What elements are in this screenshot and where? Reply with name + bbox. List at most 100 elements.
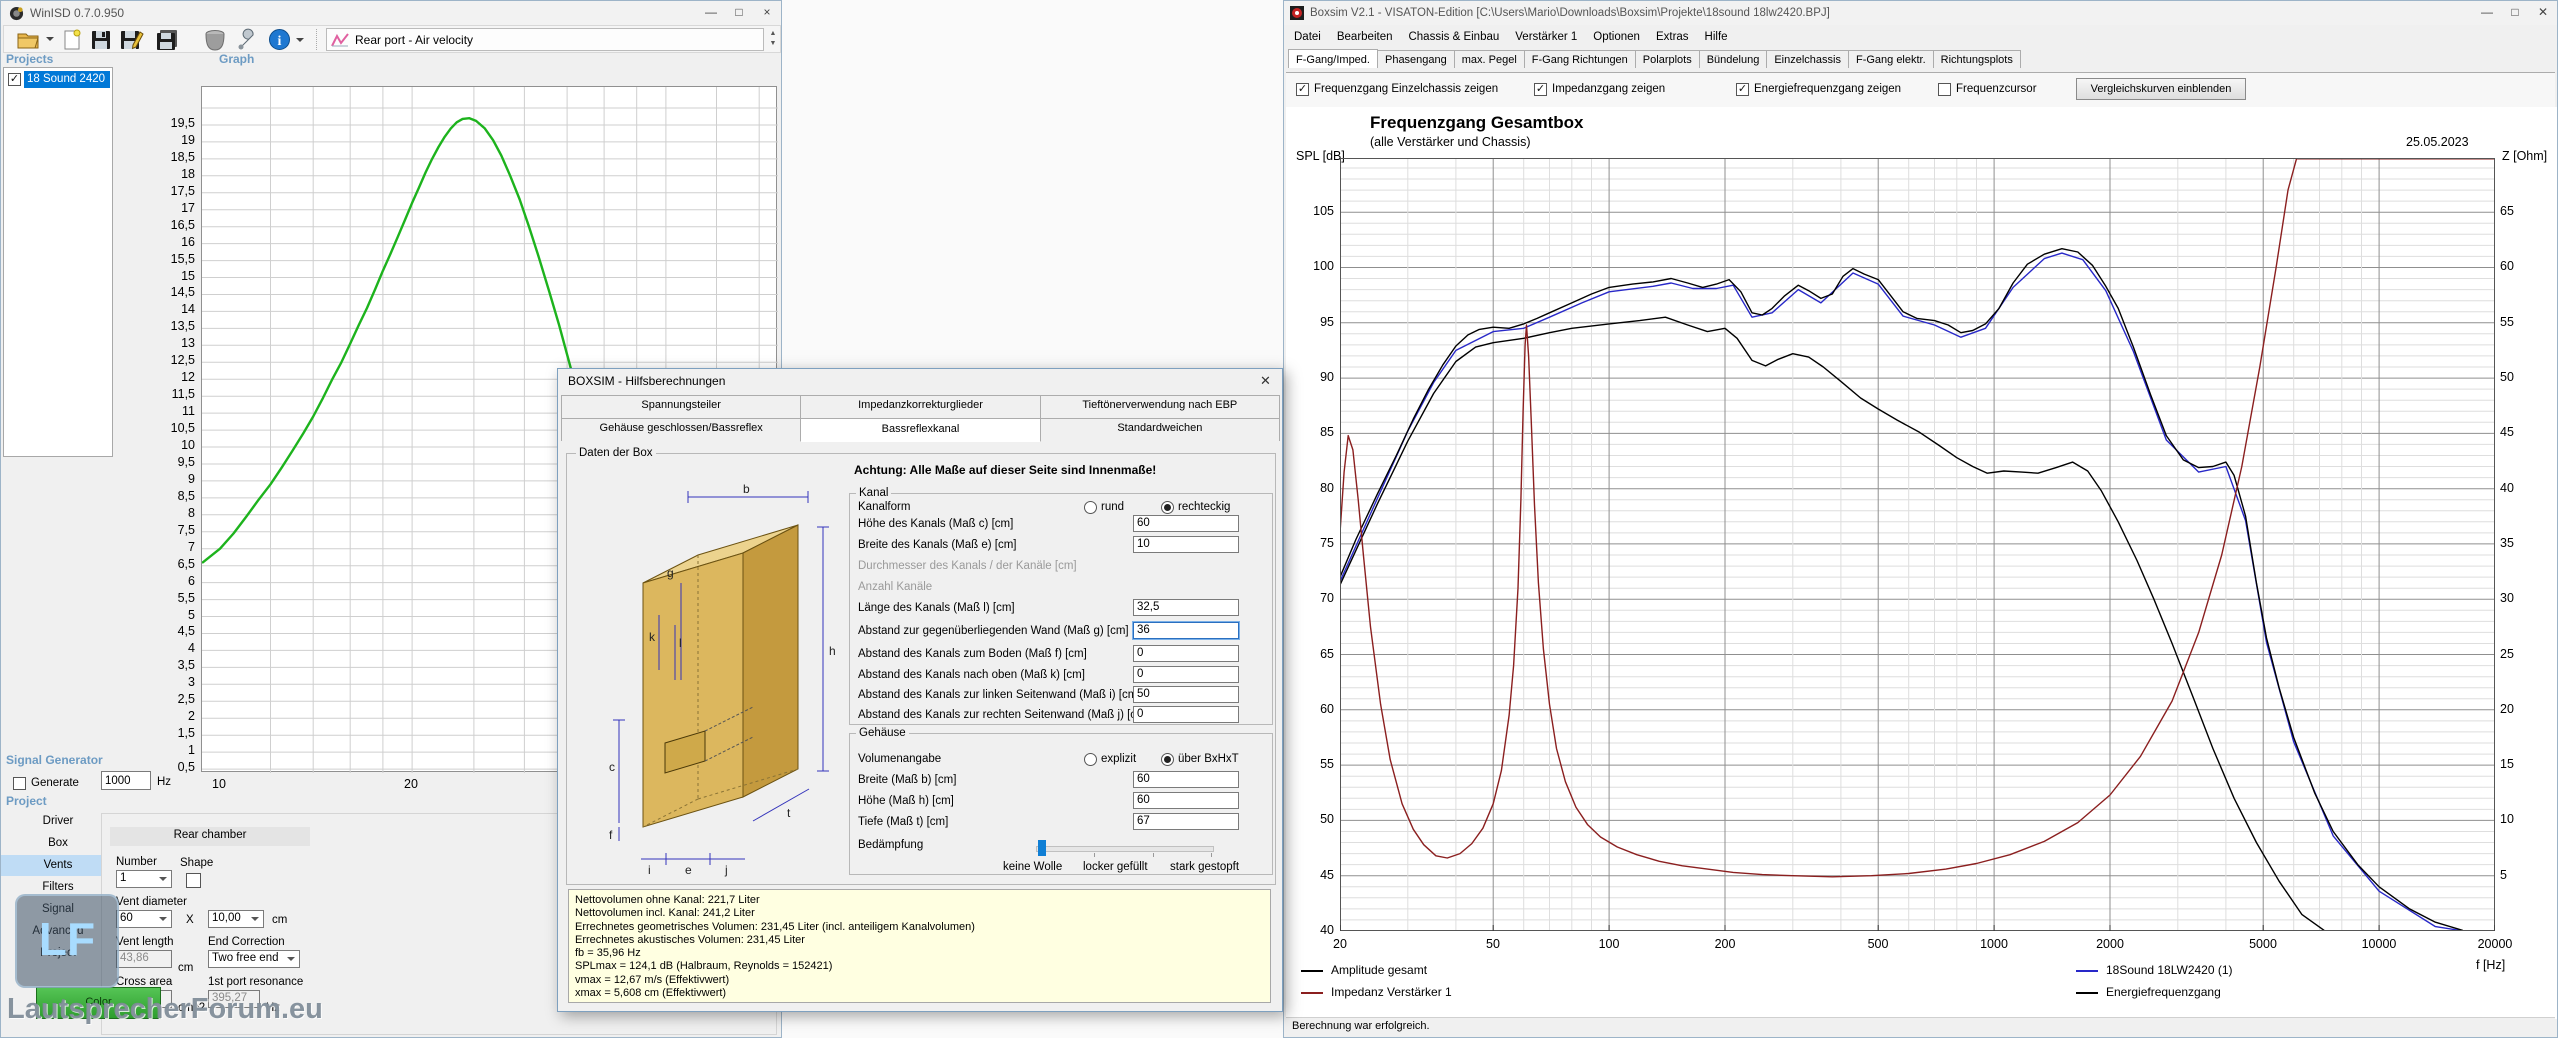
save-edit-icon[interactable] (120, 29, 144, 51)
tab-max-pegel[interactable]: max. Pegel (1454, 50, 1525, 68)
info-dropdown-icon[interactable] (296, 38, 304, 46)
tab-richtungsplots[interactable]: Richtungsplots (1933, 50, 2021, 68)
tab-polarplots[interactable]: Polarplots (1635, 50, 1700, 68)
gehaeuse-field-input-1[interactable]: 60 (1133, 792, 1239, 809)
z-tick-label: 55 (2500, 315, 2536, 329)
compare-curves-button[interactable]: Vergleichskurven einblenden (2076, 78, 2246, 100)
checkbox-label-2: Energiefrequenzgang zeigen (1754, 83, 1901, 95)
boxsim-option-row: ✓Frequenzgang Einzelchassis zeigen✓Imped… (1286, 73, 2555, 108)
hilfsberechnungen-dialog: BOXSIM - Hilfsberechnungen ✕ Spannungste… (557, 368, 1283, 1012)
maximize-icon[interactable]: □ (725, 1, 753, 23)
end-correction-combo[interactable]: Two free end (208, 950, 300, 968)
info-icon[interactable]: i (268, 28, 291, 51)
field-input-8[interactable]: 50 (1133, 686, 1239, 703)
svg-text:j: j (724, 863, 728, 877)
checkbox-2[interactable]: ✓ (1736, 83, 1749, 96)
dialog-tab-impedanzkorrekturglieder[interactable]: Impedanzkorrekturglieder (800, 395, 1040, 418)
graph-select-combo[interactable]: Rear port - Air velocity (326, 28, 764, 51)
menu-bearbeiten[interactable]: Bearbeiten (1329, 29, 1401, 45)
sidebar-item-driver[interactable]: Driver (1, 811, 115, 832)
chart-title: Frequenzgang Gesamtbox (1370, 113, 1583, 133)
tab-b-ndelung[interactable]: Bündelung (1699, 50, 1768, 68)
vent-count-combo[interactable]: 60 (116, 910, 172, 928)
minimize-icon[interactable]: — (2473, 1, 2501, 23)
number-combo[interactable]: 1 (116, 870, 172, 888)
dialog-tab-geh-use-geschlossen-bassreflex[interactable]: Gehäuse geschlossen/Bassreflex (561, 418, 801, 441)
tab-einzelchassis[interactable]: Einzelchassis (1766, 50, 1849, 68)
sidebar-item-box[interactable]: Box (1, 833, 115, 854)
shape-checkbox[interactable] (186, 873, 201, 888)
project-item[interactable]: 18 Sound 2420 (24, 71, 110, 88)
dialog-close-icon[interactable]: ✕ (1260, 373, 1271, 389)
dialog-tab-spannungsteiler[interactable]: Spannungsteiler (561, 395, 801, 418)
open-folder-icon[interactable] (16, 29, 42, 50)
dialog-tab-tieft-nerverwendung-nach-ebp[interactable]: Tieftönerverwendung nach EBP (1040, 395, 1280, 418)
checkbox-0[interactable]: ✓ (1296, 83, 1309, 96)
watermark-logo: LF (15, 894, 119, 988)
sidebar-item-vents[interactable]: Vents (1, 855, 115, 876)
checkbox-1[interactable]: ✓ (1534, 83, 1547, 96)
checkbox-3[interactable] (1938, 83, 1951, 96)
new-project-icon[interactable] (62, 29, 82, 51)
info-line-7: xmax = 5,608 cm (Effektivwert) (575, 987, 1264, 1000)
bedaempfung-slider[interactable] (1036, 843, 1212, 853)
generate-checkbox[interactable] (13, 777, 26, 790)
menu-chassis-einbau[interactable]: Chassis & Einbau (1400, 29, 1507, 45)
save-all-icon[interactable] (156, 29, 180, 51)
tab-f-gang-imped-[interactable]: F-Gang/Imped. (1288, 49, 1378, 68)
volumen-bxhxt-radio[interactable] (1161, 753, 1174, 766)
info-line-1: Nettovolumen incl. Kanal: 241,2 Liter (575, 907, 1264, 920)
info-box: Nettovolumen ohne Kanal: 221,7 LiterNett… (568, 889, 1271, 1003)
dialog-tab-bassreflexkanal[interactable]: Bassreflexkanal (800, 418, 1040, 442)
generate-label: Generate (31, 777, 79, 789)
dialog-tab-row-2: Gehäuse geschlossen/BassreflexBassreflex… (561, 418, 1279, 441)
frequency-input[interactable] (101, 771, 151, 790)
field-input-7[interactable]: 0 (1133, 666, 1239, 683)
project-checkbox[interactable]: ✓ (8, 73, 21, 86)
menu-optionen[interactable]: Optionen (1585, 29, 1648, 45)
field-input-5[interactable]: 36 (1133, 622, 1239, 639)
field-input-9[interactable]: 0 (1133, 706, 1239, 723)
svg-text:g: g (667, 566, 674, 580)
kanalform-rechteckig-radio[interactable] (1161, 501, 1174, 514)
diameter-combo[interactable]: 10,00 (208, 910, 264, 928)
maximize-icon[interactable]: □ (2501, 1, 2529, 23)
volumen-explizit-radio[interactable] (1084, 753, 1097, 766)
y-tick-label: 10,5 (159, 421, 195, 435)
gehaeuse-field-input-2[interactable]: 67 (1133, 813, 1239, 830)
menu-extras[interactable]: Extras (1648, 29, 1697, 45)
field-input-4[interactable]: 32,5 (1133, 599, 1239, 616)
menu-datei[interactable]: Datei (1286, 29, 1329, 45)
open-dropdown-icon[interactable] (46, 37, 54, 45)
winisd-window-controls[interactable]: — □ × (697, 1, 781, 23)
dialog-tab-standardweichen[interactable]: Standardweichen (1040, 418, 1280, 441)
spl-tick-label: 45 (1294, 868, 1334, 882)
slider-thumb[interactable] (1038, 840, 1046, 856)
boxsim-window-controls[interactable]: — □ ✕ (2473, 1, 2557, 23)
menu-hilfe[interactable]: Hilfe (1697, 29, 1736, 45)
kanalform-rund-radio[interactable] (1084, 501, 1097, 514)
minimize-icon[interactable]: — (697, 1, 725, 23)
spl-tick-label: 40 (1294, 923, 1334, 937)
spl-tick-label: 105 (1294, 204, 1334, 218)
combo-scroll-icon[interactable]: ▲▼ (767, 29, 779, 50)
slider-tick (1211, 853, 1212, 857)
field-input-1[interactable]: 10 (1133, 536, 1239, 553)
projects-listbox[interactable]: ✓ 18 Sound 2420 (3, 67, 113, 457)
svg-text:k: k (649, 630, 656, 644)
tab-f-gang-elektr-[interactable]: F-Gang elektr. (1848, 50, 1934, 68)
tab-f-gang-richtungen[interactable]: F-Gang Richtungen (1524, 50, 1636, 68)
winisd-toolbar: i Rear port - Air velocity ▲▼ (3, 25, 781, 53)
save-icon[interactable] (90, 29, 112, 51)
tools-wrench-icon[interactable] (236, 28, 260, 52)
gehaeuse-field-input-0[interactable]: 60 (1133, 771, 1239, 788)
delete-icon[interactable] (202, 28, 228, 52)
close-icon[interactable]: × (753, 1, 781, 23)
menu-verst-rker-1[interactable]: Verstärker 1 (1507, 29, 1585, 45)
x-label: X (186, 914, 194, 926)
field-input-0[interactable]: 60 (1133, 515, 1239, 532)
tab-phasengang[interactable]: Phasengang (1377, 50, 1455, 68)
close-icon[interactable]: ✕ (2529, 1, 2557, 23)
field-input-6[interactable]: 0 (1133, 645, 1239, 662)
slider-track[interactable] (1036, 846, 1214, 852)
